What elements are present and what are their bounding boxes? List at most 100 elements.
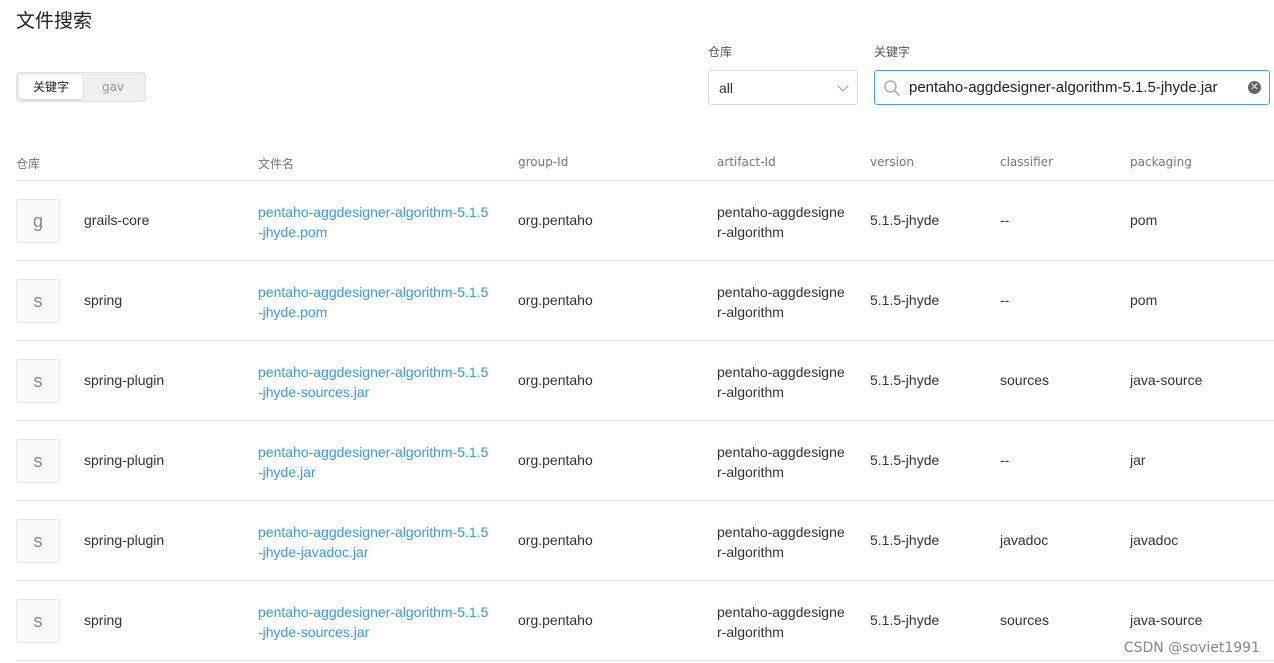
packaging-cell: java-source bbox=[1130, 372, 1203, 388]
mode-keyword-tab[interactable]: 关键字 bbox=[19, 75, 83, 99]
repository-avatar: g bbox=[16, 199, 60, 243]
table-header: 仓库 文件名 group-Id artifact-Id version clas… bbox=[16, 142, 1274, 181]
version-cell: 5.1.5-jhyde bbox=[870, 212, 940, 228]
group-id-cell: org.pentaho bbox=[518, 292, 593, 308]
table-row: s spring-plugin pentaho-aggdesigner-algo… bbox=[16, 421, 1274, 501]
repository-select[interactable]: all bbox=[708, 70, 858, 105]
filename-line: pentaho-aggdesigner-algorithm-5.1.5 bbox=[258, 444, 489, 460]
keyword-search-input[interactable] bbox=[909, 79, 1242, 96]
search-icon bbox=[883, 79, 901, 97]
classifier-cell: -- bbox=[1000, 452, 1010, 468]
packaging-cell: pom bbox=[1130, 212, 1158, 228]
repository-avatar: s bbox=[16, 599, 60, 643]
column-header-group-id: group-Id bbox=[518, 155, 569, 169]
filename-line: pentaho-aggdesigner-algorithm-5.1.5 bbox=[258, 204, 489, 220]
classifier-cell: sources bbox=[1000, 612, 1050, 628]
filename-line: -jhyde-sources.jar bbox=[258, 624, 370, 640]
results-table: 仓库 文件名 group-Id artifact-Id version clas… bbox=[16, 142, 1274, 661]
classifier-cell: -- bbox=[1000, 212, 1010, 228]
filename-line: pentaho-aggdesigner-algorithm-5.1.5 bbox=[258, 604, 489, 620]
artifact-line: pentaho-aggdesigne bbox=[717, 204, 845, 220]
packaging-cell: pom bbox=[1130, 292, 1158, 308]
repository-name: spring-plugin bbox=[84, 532, 165, 548]
column-header-classifier: classifier bbox=[1000, 155, 1053, 169]
chevron-down-icon bbox=[837, 79, 849, 92]
filename-link[interactable]: pentaho-aggdesigner-algorithm-5.1.5 -jhy… bbox=[258, 202, 488, 242]
filename-link[interactable]: pentaho-aggdesigner-algorithm-5.1.5 -jhy… bbox=[258, 442, 488, 482]
keyword-search-box: ✕ bbox=[874, 70, 1270, 105]
artifact-line: pentaho-aggdesigne bbox=[717, 364, 845, 380]
group-id-cell: org.pentaho bbox=[518, 612, 593, 628]
repository-name: grails-core bbox=[84, 212, 150, 228]
group-id-cell: org.pentaho bbox=[518, 212, 593, 228]
filename-line: -jhyde.pom bbox=[258, 224, 328, 240]
filename-link[interactable]: pentaho-aggdesigner-algorithm-5.1.5 -jhy… bbox=[258, 602, 488, 642]
artifact-line: pentaho-aggdesigne bbox=[717, 444, 845, 460]
search-mode-toggle: 关键字 gav bbox=[16, 72, 146, 102]
repository-filter-label: 仓库 bbox=[708, 45, 733, 59]
artifact-id-cell: pentaho-aggdesigne r-algorithm bbox=[717, 602, 845, 642]
artifact-id-cell: pentaho-aggdesigne r-algorithm bbox=[717, 202, 845, 242]
repository-avatar: s bbox=[16, 279, 60, 323]
artifact-line: r-algorithm bbox=[717, 624, 784, 640]
page-title: 文件搜索 bbox=[16, 10, 93, 32]
repository-name: spring-plugin bbox=[84, 372, 165, 388]
column-header-version: version bbox=[870, 155, 914, 169]
filename-line: -jhyde.jar bbox=[258, 464, 316, 480]
table-row: s spring-plugin pentaho-aggdesigner-algo… bbox=[16, 341, 1274, 421]
artifact-line: r-algorithm bbox=[717, 224, 784, 240]
group-id-cell: org.pentaho bbox=[518, 372, 593, 388]
column-header-repository: 仓库 bbox=[16, 157, 41, 171]
watermark: CSDN @soviet1991 bbox=[1123, 640, 1260, 656]
artifact-line: pentaho-aggdesigne bbox=[717, 604, 845, 620]
filename-line: -jhyde-javadoc.jar bbox=[258, 544, 369, 560]
classifier-cell: javadoc bbox=[1000, 532, 1049, 548]
keyword-filter-label: 关键字 bbox=[874, 45, 911, 59]
repository-name: spring bbox=[84, 612, 123, 628]
mode-gav-tab[interactable]: gav bbox=[83, 75, 143, 99]
filename-line: pentaho-aggdesigner-algorithm-5.1.5 bbox=[258, 524, 489, 540]
filename-line: pentaho-aggdesigner-algorithm-5.1.5 bbox=[258, 284, 489, 300]
artifact-id-cell: pentaho-aggdesigne r-algorithm bbox=[717, 282, 845, 322]
clear-icon[interactable]: ✕ bbox=[1248, 81, 1261, 94]
artifact-line: r-algorithm bbox=[717, 384, 784, 400]
filename-link[interactable]: pentaho-aggdesigner-algorithm-5.1.5 -jhy… bbox=[258, 362, 488, 402]
column-header-packaging: packaging bbox=[1130, 155, 1192, 169]
group-id-cell: org.pentaho bbox=[518, 452, 593, 468]
table-row: s spring pentaho-aggdesigner-algorithm-5… bbox=[16, 581, 1274, 661]
classifier-cell: sources bbox=[1000, 372, 1050, 388]
filename-line: -jhyde.pom bbox=[258, 304, 328, 320]
table-row: s spring-plugin pentaho-aggdesigner-algo… bbox=[16, 501, 1274, 581]
repository-avatar: s bbox=[16, 359, 60, 403]
repository-avatar: s bbox=[16, 519, 60, 563]
repository-avatar: s bbox=[16, 439, 60, 483]
classifier-cell: -- bbox=[1000, 292, 1010, 308]
table-row: s spring pentaho-aggdesigner-algorithm-5… bbox=[16, 261, 1274, 341]
artifact-id-cell: pentaho-aggdesigne r-algorithm bbox=[717, 442, 845, 482]
column-header-filename: 文件名 bbox=[258, 157, 295, 171]
artifact-line: pentaho-aggdesigne bbox=[717, 284, 845, 300]
table-row: g grails-core pentaho-aggdesigner-algori… bbox=[16, 181, 1274, 261]
version-cell: 5.1.5-jhyde bbox=[870, 452, 940, 468]
repository-name: spring bbox=[84, 292, 123, 308]
version-cell: 5.1.5-jhyde bbox=[870, 532, 940, 548]
artifact-line: r-algorithm bbox=[717, 544, 784, 560]
filename-line: pentaho-aggdesigner-algorithm-5.1.5 bbox=[258, 364, 489, 380]
filename-line: -jhyde-sources.jar bbox=[258, 384, 370, 400]
packaging-cell: jar bbox=[1130, 452, 1146, 468]
artifact-id-cell: pentaho-aggdesigne r-algorithm bbox=[717, 522, 845, 562]
group-id-cell: org.pentaho bbox=[518, 532, 593, 548]
filename-link[interactable]: pentaho-aggdesigner-algorithm-5.1.5 -jhy… bbox=[258, 282, 488, 322]
artifact-line: pentaho-aggdesigne bbox=[717, 524, 845, 540]
repository-name: spring-plugin bbox=[84, 452, 165, 468]
packaging-cell: java-source bbox=[1130, 612, 1203, 628]
packaging-cell: javadoc bbox=[1130, 532, 1179, 548]
column-header-artifact-id: artifact-Id bbox=[717, 155, 776, 169]
artifact-line: r-algorithm bbox=[717, 464, 784, 480]
version-cell: 5.1.5-jhyde bbox=[870, 612, 940, 628]
filename-link[interactable]: pentaho-aggdesigner-algorithm-5.1.5 -jhy… bbox=[258, 522, 488, 562]
version-cell: 5.1.5-jhyde bbox=[870, 292, 940, 308]
version-cell: 5.1.5-jhyde bbox=[870, 372, 940, 388]
artifact-line: r-algorithm bbox=[717, 304, 784, 320]
repository-select-value: all bbox=[719, 79, 734, 96]
